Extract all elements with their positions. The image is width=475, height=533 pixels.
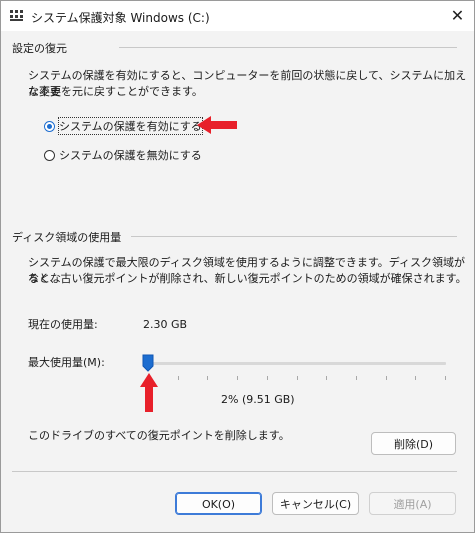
slider-value: 2% (9.51 GB) (221, 393, 295, 406)
window-title: システム保護対象 Windows (C:) (31, 11, 210, 25)
slider-tick (386, 376, 387, 380)
slider-tick (415, 376, 416, 380)
slider-tick (326, 376, 327, 380)
close-icon[interactable]: ✕ (441, 1, 474, 31)
delete-description: このドライブのすべての復元ポイントを削除します。 (28, 429, 290, 442)
title-bar: システム保護対象 Windows (C:) ✕ (1, 1, 474, 31)
slider-tick (178, 376, 179, 380)
radio-button-checked[interactable] (44, 121, 55, 132)
restore-description-line2: な変更を元に戻すことができます。 (28, 85, 203, 98)
current-usage-value: 2.30 GB (143, 318, 188, 331)
slider-tick (267, 376, 268, 380)
restore-group-title: 設定の復元 (12, 42, 67, 55)
slider-tick (237, 376, 238, 380)
divider (131, 236, 457, 237)
apply-button[interactable]: 適用(A) (369, 492, 456, 515)
disk-description-line2: ると、古い復元ポイントが削除され、新しい復元ポイントのための領域が確保されます。 (28, 272, 467, 285)
system-properties-icon (10, 10, 23, 22)
max-usage-label: 最大使用量(M): (28, 356, 105, 369)
red-arrow-icon (197, 116, 237, 134)
cancel-button[interactable]: キャンセル(C) (272, 492, 359, 515)
slider-thumb[interactable] (142, 354, 154, 372)
radio-label-enable[interactable]: システムの保護を有効にする (58, 117, 203, 135)
slider-tick (207, 376, 208, 380)
slider-tick (445, 376, 446, 380)
current-usage-label: 現在の使用量: (28, 318, 98, 331)
red-arrow-icon (140, 373, 158, 412)
slider-tick (297, 376, 298, 380)
radio-button-unchecked[interactable] (44, 150, 55, 161)
slider-track[interactable] (148, 362, 446, 365)
divider (119, 47, 457, 48)
disk-group-title: ディスク領域の使用量 (12, 231, 122, 244)
dialog-window: システム保護対象 Windows (C:) ✕ 設定の復元 システムの保護を有効… (0, 0, 475, 533)
delete-button[interactable]: 削除(D) (371, 432, 456, 455)
radio-label-disable[interactable]: システムの保護を無効にする (59, 147, 202, 163)
ok-button[interactable]: OK(O) (175, 492, 262, 515)
divider (12, 471, 457, 472)
slider-tick (356, 376, 357, 380)
